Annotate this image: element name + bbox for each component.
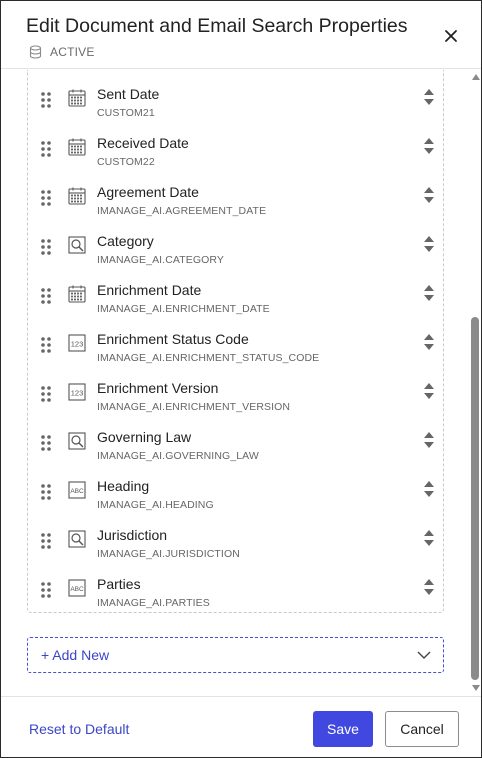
field-key: IMANAGE_AI.ENRICHMENT_STATUS_CODE — [97, 352, 320, 364]
field-key: IMANAGE_AI.ENRICHMENT_DATE — [97, 303, 270, 315]
field-key: IMANAGE_AI.GOVERNING_LAW — [97, 450, 259, 462]
vertical-scrollbar[interactable] — [469, 70, 481, 696]
svg-text:123: 123 — [71, 340, 84, 349]
field-row[interactable]: ABC Parties IMANAGE_AI.PARTIES — [28, 570, 443, 619]
drag-handle-icon[interactable] — [40, 238, 52, 256]
field-key: IMANAGE_AI.ENRICHMENT_VERSION — [97, 401, 291, 413]
reorder-arrows-icon[interactable] — [423, 381, 435, 401]
number-icon: 123 — [68, 383, 86, 401]
field-label: Received Date — [97, 135, 189, 151]
field-label: Sent Date — [97, 86, 160, 102]
lookup-icon — [68, 236, 86, 254]
lookup-icon — [68, 432, 86, 450]
field-label: Enrichment Date — [97, 282, 202, 298]
field-row[interactable]: Governing Law IMANAGE_AI.GOVERNING_LAW — [28, 423, 443, 472]
number-icon: 123 — [68, 334, 86, 352]
drag-handle-icon[interactable] — [40, 434, 52, 452]
drag-handle-icon[interactable] — [40, 385, 52, 403]
scroll-up-arrow[interactable] — [472, 74, 480, 80]
reorder-arrows-icon[interactable] — [423, 87, 435, 107]
calendar-icon — [68, 285, 86, 303]
reorder-arrows-icon[interactable] — [423, 577, 435, 597]
field-row[interactable]: 123 Enrichment Status Code IMANAGE_AI.ENRI… — [28, 325, 443, 374]
add-new-dropdown[interactable]: + Add New — [27, 637, 444, 673]
cancel-button[interactable]: Cancel — [385, 711, 459, 747]
drag-handle-icon[interactable] — [40, 483, 52, 501]
field-key: IMANAGE_AI.JURISDICTION — [97, 548, 240, 560]
reorder-arrows-icon[interactable] — [423, 283, 435, 303]
field-label: Enrichment Version — [97, 380, 219, 396]
drag-handle-icon[interactable] — [40, 287, 52, 305]
calendar-icon — [68, 138, 86, 156]
drag-handle-icon[interactable] — [40, 336, 52, 354]
field-row[interactable]: ABC Heading IMANAGE_AI.HEADING — [28, 472, 443, 521]
add-new-label: + Add New — [41, 647, 110, 663]
close-button[interactable] — [439, 24, 463, 48]
field-row[interactable]: Agreement Date IMANAGE_AI.AGREEMENT_DATE — [28, 178, 443, 227]
scroll-thumb[interactable] — [471, 317, 479, 680]
field-key: IMANAGE_AI.AGREEMENT_DATE — [97, 205, 267, 217]
reorder-arrows-icon[interactable] — [423, 332, 435, 352]
reorder-arrows-icon[interactable] — [423, 479, 435, 499]
dialog-footer: Reset to Default Save Cancel — [1, 696, 481, 757]
field-key: IMANAGE_AI.PARTIES — [97, 597, 210, 609]
field-label: Category — [97, 233, 154, 249]
field-row[interactable]: 123 Enrichment Version IMANAGE_AI.ENRICHME… — [28, 374, 443, 423]
field-label: Enrichment Status Code — [97, 331, 249, 347]
edit-properties-dialog: Edit Document and Email Search Propertie… — [0, 0, 482, 758]
field-key: IMANAGE_AI.HEADING — [97, 499, 214, 511]
svg-text:123: 123 — [71, 389, 84, 398]
field-key: IMANAGE_AI.CATEGORY — [97, 254, 224, 266]
dialog-header: Edit Document and Email Search Propertie… — [1, 1, 481, 69]
field-label: Parties — [97, 576, 141, 592]
calendar-icon — [68, 187, 86, 205]
drag-handle-icon[interactable] — [40, 532, 52, 550]
drag-handle-icon[interactable] — [40, 581, 52, 599]
field-row[interactable]: Received Date CUSTOM22 — [28, 129, 443, 178]
drag-handle-icon[interactable] — [40, 91, 52, 109]
drag-handle-icon[interactable] — [40, 189, 52, 207]
text-icon: ABC — [68, 481, 86, 499]
field-label: Jurisdiction — [97, 527, 168, 543]
field-label: Governing Law — [97, 429, 192, 445]
reset-to-default-link[interactable]: Reset to Default — [29, 721, 129, 737]
text-icon: ABC — [68, 579, 86, 597]
field-label: Agreement Date — [97, 184, 199, 200]
field-row[interactable]: Category IMANAGE_AI.CATEGORY — [28, 227, 443, 276]
svg-text:ABC: ABC — [70, 488, 84, 495]
save-button[interactable]: Save — [313, 711, 373, 747]
field-key: CUSTOM21 — [97, 107, 155, 119]
reorder-arrows-icon[interactable] — [423, 136, 435, 156]
reorder-arrows-icon[interactable] — [423, 430, 435, 450]
status-row: ACTIVE — [29, 44, 95, 60]
field-row[interactable]: Sent Date CUSTOM21 — [28, 80, 443, 129]
chevron-down-icon — [417, 651, 431, 659]
field-row[interactable]: Enrichment Date IMANAGE_AI.ENRICHMENT_DAT… — [28, 276, 443, 325]
reorder-arrows-icon[interactable] — [423, 185, 435, 205]
lookup-icon — [68, 530, 86, 548]
close-icon — [445, 30, 457, 42]
scroll-down-arrow[interactable] — [472, 685, 480, 691]
drag-handle-icon[interactable] — [40, 140, 52, 158]
calendar-icon — [68, 89, 86, 107]
field-label: Heading — [97, 478, 150, 494]
svg-text:ABC: ABC — [70, 586, 84, 593]
reorder-arrows-icon[interactable] — [423, 234, 435, 254]
dialog-title: Edit Document and Email Search Propertie… — [26, 15, 408, 37]
fields-scroll-area: Sent Date CUSTOM21 Received Date CUSTOM22 Ag… — [1, 70, 469, 696]
reorder-arrows-icon[interactable] — [423, 528, 435, 548]
status-label: ACTIVE — [50, 45, 95, 59]
field-row[interactable]: Jurisdiction IMANAGE_AI.JURISDICTION — [28, 521, 443, 570]
fields-list: Sent Date CUSTOM21 Received Date CUSTOM22 Ag… — [27, 70, 444, 613]
field-key: CUSTOM22 — [97, 156, 155, 168]
database-icon — [29, 45, 42, 59]
